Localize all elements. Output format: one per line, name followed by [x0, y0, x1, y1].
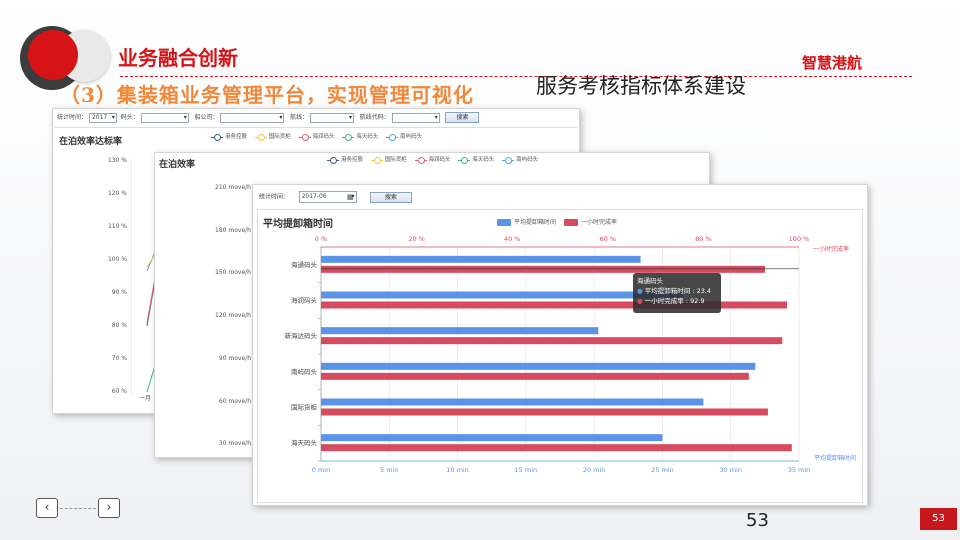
header-divider	[120, 76, 912, 77]
bar-hour-rate	[321, 408, 768, 416]
chevron-right-icon: ›	[106, 500, 112, 514]
company-select[interactable]	[220, 112, 285, 123]
chart-tooltip: 海通码头 ● 平均提卸箱时间 : 23.4 ● 一小时完成率 : 92.9	[633, 273, 721, 313]
y-tick: 150 move/h	[215, 269, 251, 276]
year-select[interactable]: 2017	[88, 112, 117, 123]
route-label: 航线：	[290, 114, 309, 121]
y-category-label: 海润码头	[291, 296, 318, 305]
page-badge: 53	[920, 508, 957, 530]
x-top-tick-label: 40 %	[504, 235, 521, 243]
y-category-label: 南屿码头	[291, 367, 318, 376]
section-title: 业务融合创新	[118, 46, 238, 70]
legend-item[interactable]: 国际货柜	[254, 133, 291, 141]
bar-avg-time	[321, 362, 756, 370]
y-category-label: 海通码头	[291, 260, 318, 269]
legend-item[interactable]: 国际货柜	[370, 156, 407, 164]
x-top-tick-label: 0 %	[315, 235, 327, 243]
route-select[interactable]	[310, 112, 355, 123]
bar-avg-time	[321, 291, 683, 299]
route-code-label: 航线代码：	[359, 114, 390, 121]
y-tick: 60 move/h	[218, 398, 251, 405]
legend-item[interactable]: 海天码头	[458, 156, 494, 164]
legend: 港务控股 国际货柜 海润码头 海天码头 南屿码头	[211, 132, 428, 141]
panel-avg-handling-time: 统计时间： 2017-06▦ 搜索 平均提卸箱时间 平均提卸箱时间 一小时完成率…	[252, 184, 868, 506]
bar-avg-time	[321, 327, 599, 335]
x-bottom-tick-label: 15 min	[515, 466, 538, 474]
x-bottom-tick-label: 30 min	[719, 466, 742, 474]
filter-bar: 统计时间： 2017 码头： 船公司： 航线： 航线代码： 搜索	[57, 112, 480, 123]
bar-chart: 0 min 5 min 10 min 15 min 20 min 25 min 30 min…	[285, 235, 857, 474]
y-tick: 60 %	[111, 388, 127, 395]
x-bottom-tick-label: 35 min	[788, 466, 811, 474]
chevron-left-icon: ‹	[44, 500, 50, 514]
tooltip-line: 一小时完成率 : 92.9	[644, 297, 705, 305]
route-code-select[interactable]	[391, 112, 440, 123]
brand-label: 智慧港航	[802, 54, 863, 72]
x-bottom-tick-label: 10 min	[446, 466, 469, 474]
y-tick: 120 move/h	[215, 312, 251, 319]
y-tick: 100 %	[107, 256, 127, 263]
x-top-tick-label: 20 %	[408, 235, 425, 243]
legend-item[interactable]: 海润码头	[414, 156, 451, 164]
y-tick: 90 move/h	[218, 355, 251, 362]
terminal-select[interactable]	[140, 112, 189, 123]
y-tick: 110 %	[107, 223, 127, 230]
x-bottom-tick-label: 5 min	[380, 466, 398, 474]
year-label: 统计时间：	[57, 114, 88, 121]
legend-item[interactable]: 南屿码头	[386, 133, 422, 141]
bar-hour-rate	[321, 265, 766, 273]
right-title: 服务考核指标体系建设	[536, 74, 746, 98]
panel-title: 在泊效率	[159, 160, 196, 170]
y-tick: 30 move/h	[218, 440, 251, 447]
panel-title: 在泊效率达标率	[59, 137, 123, 147]
prev-slide-button[interactable]: ‹	[36, 498, 58, 518]
legend: 港务控股 国际货柜 海润码头 海天码头 南屿码头	[327, 155, 544, 164]
bar-avg-time	[321, 255, 641, 263]
page-number: 53	[746, 510, 769, 531]
x-bottom-axis-label: 平均提卸箱时间	[814, 454, 856, 462]
x-bottom-tick-label: 0 min	[312, 466, 330, 474]
x-top-axis-label: 一小时完成率	[813, 245, 849, 253]
y-tick: 210 move/h	[215, 184, 251, 191]
tooltip-line: 平均提卸箱时间 : 23.4	[644, 287, 712, 295]
nav-divider	[60, 508, 96, 509]
x-top-tick-label: 60 %	[600, 235, 617, 243]
y-tick: 130 %	[107, 157, 127, 164]
x-bottom-tick-label: 25 min	[651, 466, 674, 474]
terminal-label: 码头：	[120, 114, 139, 121]
bar-hour-rate	[321, 337, 783, 345]
bar-hour-rate	[321, 372, 749, 380]
search-button[interactable]: 搜索	[445, 112, 480, 123]
y-tick: 80 %	[111, 322, 127, 329]
slide-subtitle: （3）集装箱业务管理平台，实现管理可视化	[60, 83, 474, 107]
bar-hour-rate	[321, 444, 792, 452]
tooltip-title: 海通码头	[637, 277, 663, 285]
y-category-label: 国际货柜	[291, 403, 318, 412]
y-category-label: 海天码头	[291, 438, 318, 447]
next-slide-button[interactable]: ›	[98, 498, 120, 518]
y-tick: 180 move/h	[215, 227, 251, 234]
y-tick: 70 %	[111, 355, 127, 362]
legend-item[interactable]: 南屿码头	[502, 156, 538, 164]
company-label: 船公司：	[194, 114, 219, 121]
legend-item[interactable]: 港务控股	[327, 156, 363, 164]
x-top-tick-label: 100 %	[789, 235, 810, 243]
x-top-tick-label: 80 %	[695, 235, 712, 243]
y-category-label: 新海达码头	[285, 331, 318, 340]
bar-avg-time	[321, 434, 663, 442]
legend-item[interactable]: 海润码头	[298, 133, 335, 141]
y-tick: 120 %	[107, 190, 127, 197]
bar-avg-time	[321, 398, 704, 406]
legend-item[interactable]: 海天码头	[342, 133, 378, 141]
legend-item[interactable]: 港务控股	[211, 133, 247, 141]
x-bottom-tick-label: 20 min	[583, 466, 606, 474]
y-tick: 90 %	[111, 289, 127, 296]
